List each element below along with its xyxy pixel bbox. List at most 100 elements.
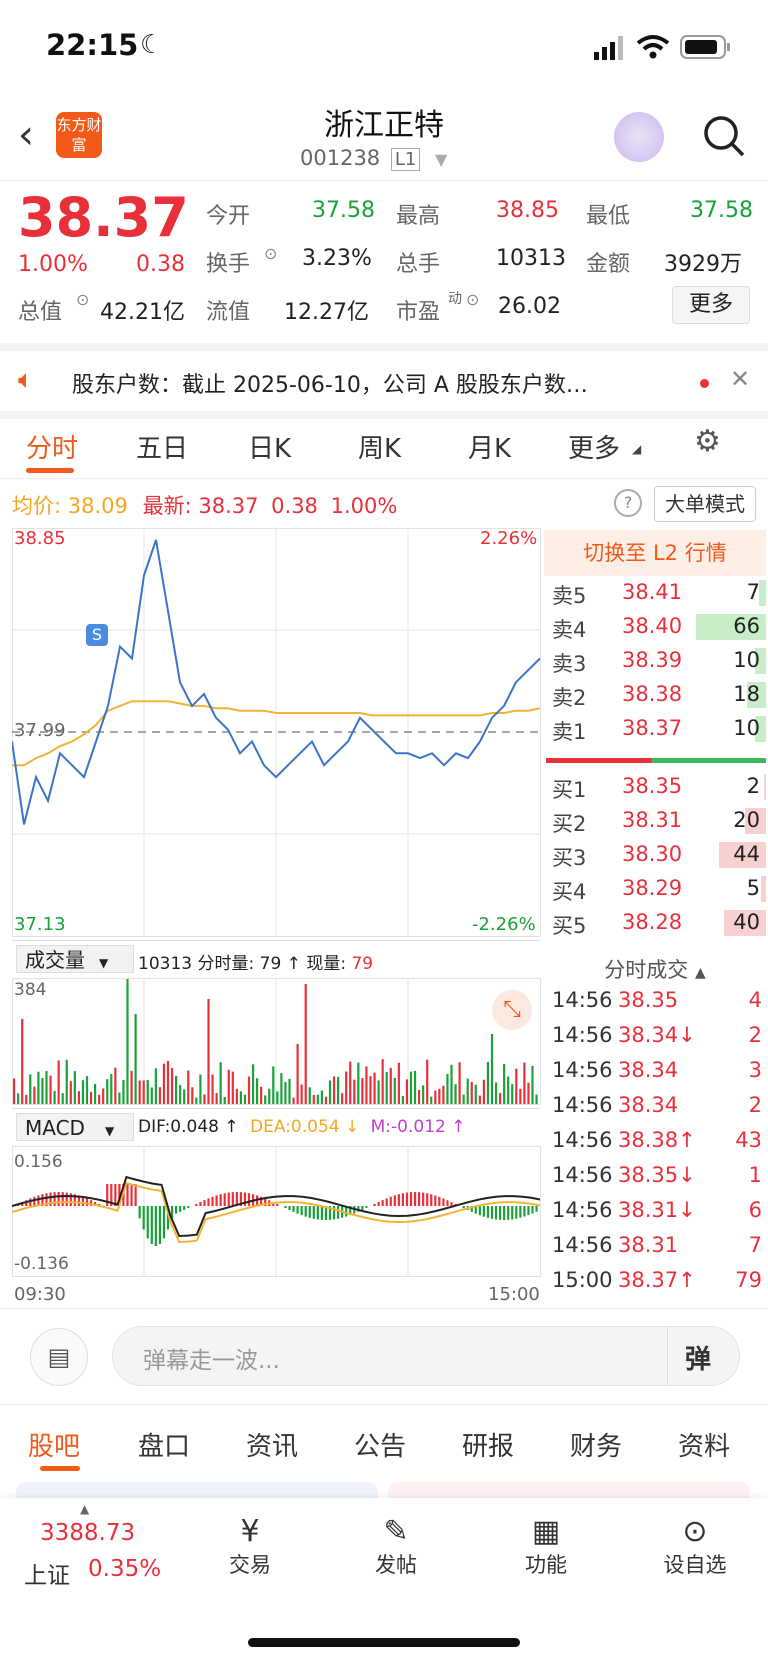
order-row[interactable]: 买2 38.31 20 [544, 804, 766, 838]
tab-week-k[interactable]: 周K [358, 428, 401, 465]
order-row[interactable]: 卖1 38.37 10 [544, 712, 766, 746]
search-icon[interactable] [702, 114, 746, 158]
order-row[interactable]: 卖2 38.38 18 [544, 678, 766, 712]
robot-assistant-icon[interactable] [614, 112, 664, 162]
news-bar[interactable]: 🔈︎ 股东户数：截止 2025-06-10，公司 A 股股东户数… ✕ [0, 343, 768, 419]
order-label: 卖5 [552, 584, 587, 608]
ticks-title[interactable]: 分时成交 ▲ [544, 954, 766, 984]
more-button[interactable]: 更多 [672, 286, 750, 324]
order-row[interactable]: 买1 38.35 2 [544, 770, 766, 804]
volume-bar [426, 1059, 429, 1104]
volume-bar [25, 1094, 28, 1104]
volume-bar [37, 1071, 40, 1104]
order-row[interactable]: 卖4 38.40 66 [544, 610, 766, 644]
volume-bar [126, 979, 129, 1104]
help-icon[interactable]: ? [614, 489, 642, 517]
danmu-input[interactable]: 弹幕走一波... 弹 [112, 1326, 740, 1386]
index-pct[interactable]: 0.35% [88, 1556, 161, 1582]
volume-value: 10313 [496, 246, 566, 271]
macd-bar [365, 1206, 368, 1208]
note-settings-icon[interactable]: ▤ [30, 1328, 88, 1386]
content-tab[interactable]: 财务 [570, 1426, 622, 1463]
intraday-price-chart[interactable] [12, 528, 542, 938]
macd-m: M:-0.012 ↑ [370, 1117, 466, 1137]
expand-icon[interactable]: ⤡ [492, 990, 532, 1030]
switch-l2-button[interactable]: 切换至 L2 行情 [544, 530, 766, 576]
macd-bar [527, 1206, 530, 1216]
tab-5day[interactable]: 五日 [136, 428, 188, 465]
divider [0, 1308, 768, 1309]
now-label: 现量: [306, 954, 347, 974]
volume-bar [158, 1087, 161, 1104]
event-marker[interactable]: S [86, 624, 108, 646]
tab-month-k[interactable]: 月K [468, 428, 511, 465]
volume-bar [41, 1078, 44, 1104]
volume-bar [324, 1096, 328, 1104]
macd-bar [114, 1184, 117, 1206]
macd-chart [12, 1146, 541, 1277]
macd-bar [85, 1198, 89, 1206]
tick-qty: 43 [735, 1128, 762, 1152]
order-row[interactable]: 卖5 38.41 7 [544, 576, 766, 610]
function-label: 功能 [525, 1553, 567, 1577]
macd-bar [361, 1206, 364, 1210]
volume-bar [98, 1094, 101, 1104]
order-row[interactable]: 买3 38.30 44 [544, 838, 766, 872]
content-tab[interactable]: 盘口 [138, 1426, 190, 1463]
info-icon[interactable]: ⊙ [264, 244, 277, 263]
volume-bar [268, 1088, 271, 1104]
unread-dot [700, 379, 709, 388]
home-indicator [248, 1638, 520, 1647]
tab-intraday[interactable]: 分时 [26, 428, 78, 465]
macd-bar [126, 1184, 129, 1206]
volume-bar [531, 1065, 534, 1104]
gear-icon[interactable]: ⚙︎ [694, 424, 721, 459]
tick-qty: 2 [748, 1023, 762, 1047]
content-tab[interactable]: 资讯 [246, 1426, 298, 1463]
post-button[interactable]: ✎ 发帖 [356, 1514, 436, 1579]
danmu-toggle-icon[interactable]: 弹 [685, 1339, 711, 1376]
index-value[interactable]: 3388.73 [40, 1520, 135, 1546]
trade-button[interactable]: ¥ 交易 [210, 1514, 290, 1579]
indicator-selector[interactable]: MACD ▼ [16, 1113, 134, 1141]
order-label: 买2 [552, 812, 587, 836]
order-row[interactable]: 买4 38.29 5 [544, 872, 766, 906]
volume-bar [203, 1094, 206, 1104]
info-icon[interactable]: ⊙ [76, 290, 89, 309]
change-pct: 1.00% [18, 252, 88, 277]
index-name[interactable]: 上证 [24, 1556, 70, 1590]
news-text: 股东户数：截止 2025-06-10，公司 A 股股东户数… [72, 373, 588, 398]
pe-label: 市盈 [396, 300, 441, 325]
volume-bar [284, 1081, 287, 1104]
x-end-label: 15:00 [488, 1284, 540, 1305]
macd-bar [138, 1206, 141, 1219]
volume-bar [349, 1061, 352, 1104]
grid-icon: ▦ [531, 1514, 561, 1549]
add-watchlist-button[interactable]: ⊙ 设自选 [650, 1514, 740, 1579]
macd-bar [154, 1206, 157, 1246]
stock-code[interactable]: 001238 L1 ▼ [300, 146, 447, 171]
volume-bar [118, 1092, 121, 1104]
volume-selector[interactable]: 成交量 ▼ [16, 945, 134, 973]
low-label: 最低 [586, 204, 631, 229]
macd-bar [320, 1206, 323, 1220]
content-tab[interactable]: 股吧 [28, 1426, 80, 1463]
macd-bar [150, 1206, 153, 1245]
volume-bar [490, 1034, 494, 1104]
content-tab[interactable]: 公告 [354, 1426, 406, 1463]
content-tab[interactable]: 研报 [462, 1426, 514, 1463]
tick-time: 14:56 [552, 1058, 613, 1082]
order-row[interactable]: 买5 38.28 40 [544, 906, 766, 940]
big-order-mode-button[interactable]: 大单模式 [654, 486, 756, 522]
order-row[interactable]: 卖3 38.39 10 [544, 644, 766, 678]
tick-time: 15:00 [552, 1268, 613, 1292]
last-price: 38.37 [18, 186, 189, 249]
volume-bar [535, 1094, 538, 1104]
close-icon[interactable]: ✕ [730, 365, 750, 393]
order-qty: 20 [733, 808, 760, 832]
info-icon[interactable]: ⊙ [466, 290, 479, 309]
function-button[interactable]: ▦ 功能 [506, 1514, 586, 1579]
tab-day-k[interactable]: 日K [248, 428, 291, 465]
content-tab[interactable]: 资料 [678, 1426, 730, 1463]
tab-more[interactable]: 更多 [568, 428, 620, 465]
